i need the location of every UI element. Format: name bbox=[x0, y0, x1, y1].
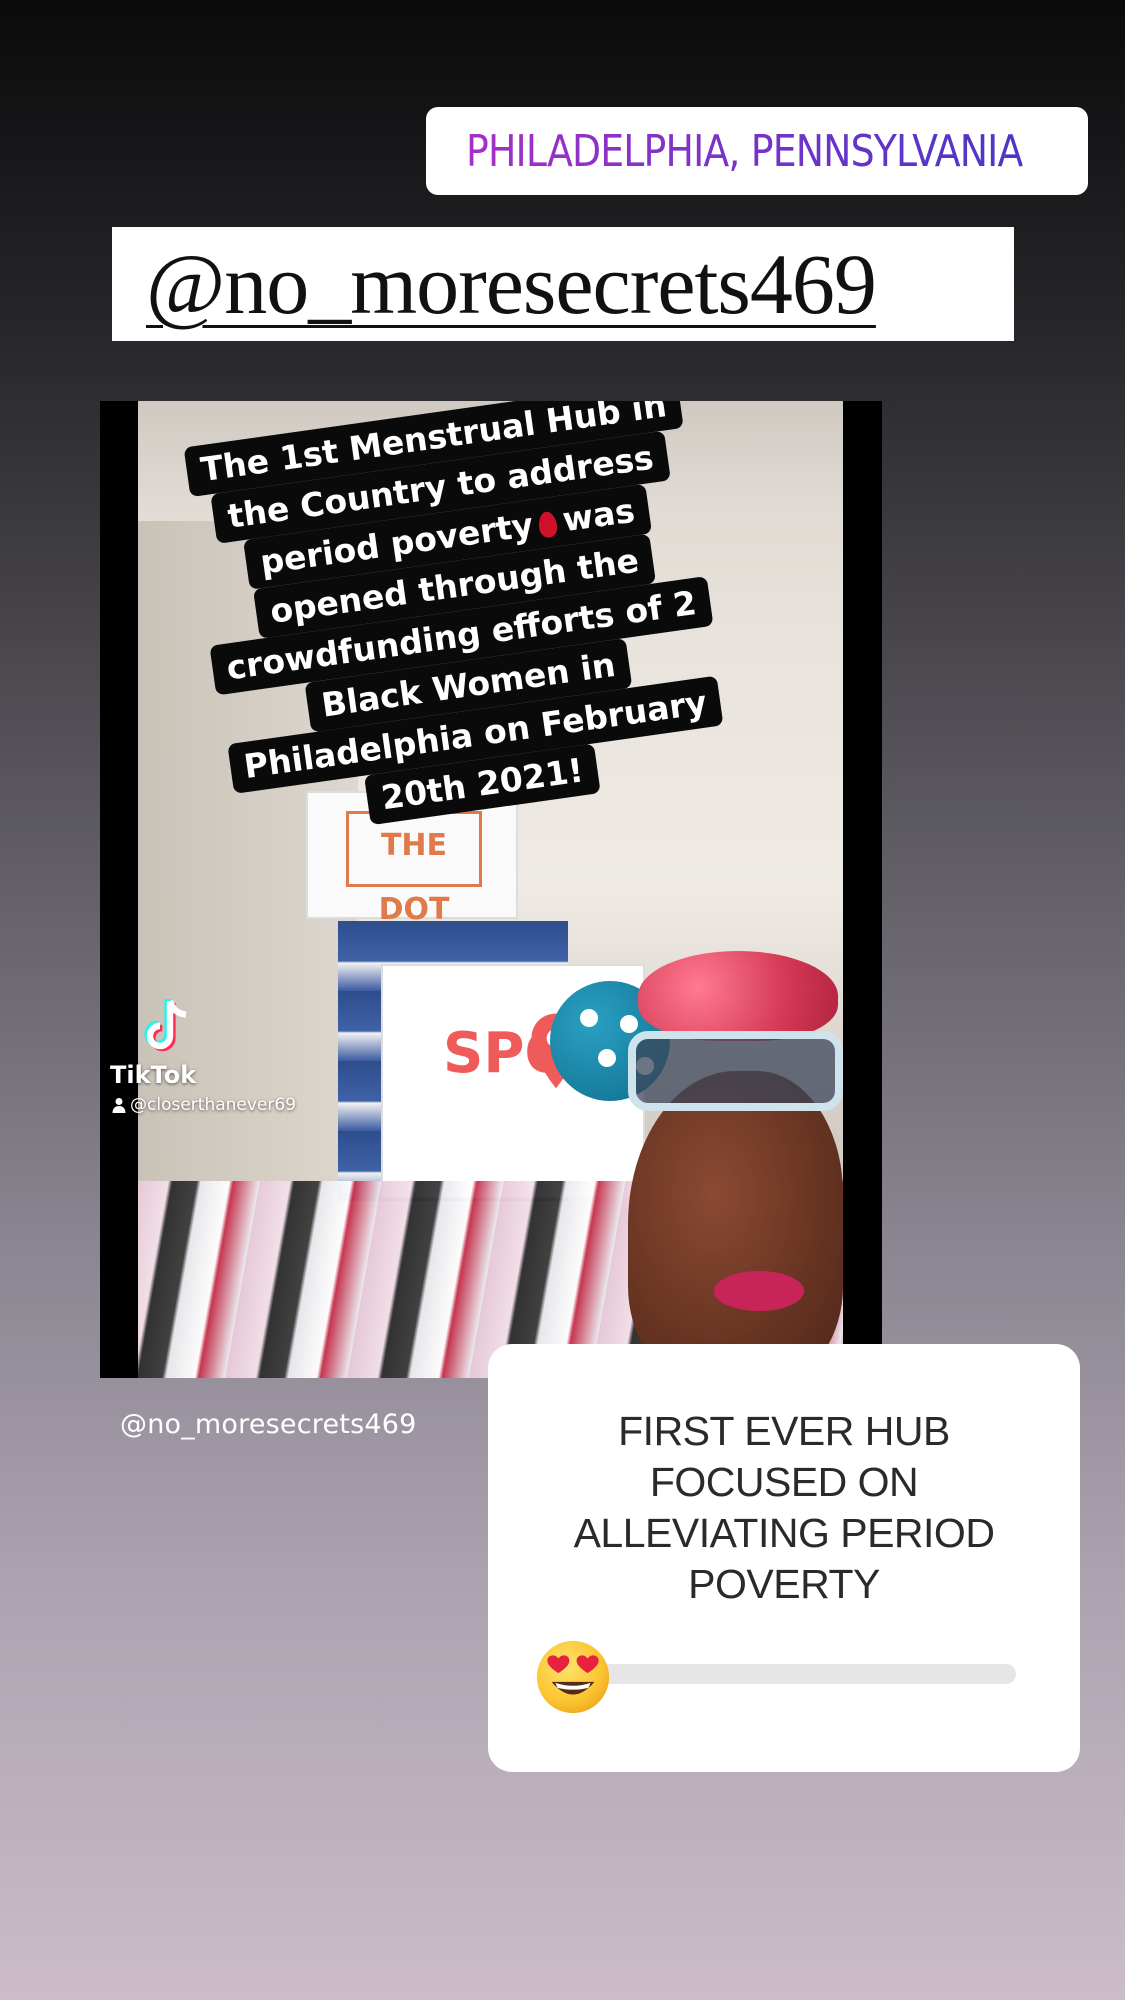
video-caption: The 1st Menstrual Hub in the Country to … bbox=[173, 401, 744, 845]
caption-line-part: was bbox=[560, 490, 638, 540]
scene-sunglasses bbox=[628, 1031, 843, 1111]
tiktok-username-text: @closerthanever69 bbox=[130, 1095, 297, 1115]
mention-sticker[interactable]: @no_moresecrets469 bbox=[112, 227, 1014, 341]
scene-lips bbox=[714, 1271, 804, 1311]
tiktok-username: @closerthanever69 bbox=[112, 1095, 296, 1115]
drop-of-blood-icon bbox=[537, 510, 559, 539]
play-icon[interactable] bbox=[838, 426, 843, 486]
heart-eyes-emoji-icon[interactable] bbox=[534, 1638, 612, 1716]
location-sticker[interactable]: PHILADELPHIA, PENNSYLVANIA bbox=[426, 107, 1088, 195]
mention-username: @no_moresecrets469 bbox=[146, 236, 877, 332]
user-icon bbox=[112, 1098, 126, 1113]
video-thumbnail: THE DOT SPO The 1st Menstrual Hub in the… bbox=[138, 401, 843, 1378]
scene-sequin-bow bbox=[638, 951, 838, 1041]
tiktok-brand-label: TikTok bbox=[110, 1061, 197, 1089]
scene-face bbox=[628, 1071, 843, 1378]
scene-person bbox=[550, 941, 843, 1378]
shared-video-frame[interactable]: THE DOT SPO The 1st Menstrual Hub in the… bbox=[100, 401, 882, 1378]
slider-question: FIRST EVER HUB FOCUSED ON ALLEVIATING PE… bbox=[573, 1408, 995, 1607]
location-text: PHILADELPHIA, PENNSYLVANIA bbox=[466, 125, 1023, 177]
tiktok-logo-icon bbox=[144, 999, 187, 1052]
emoji-slider-sticker[interactable]: FIRST EVER HUB FOCUSED ON ALLEVIATING PE… bbox=[488, 1344, 1080, 1772]
video-author-handle[interactable]: @no_moresecrets469 bbox=[120, 1409, 417, 1440]
slider-track[interactable] bbox=[576, 1664, 1016, 1684]
